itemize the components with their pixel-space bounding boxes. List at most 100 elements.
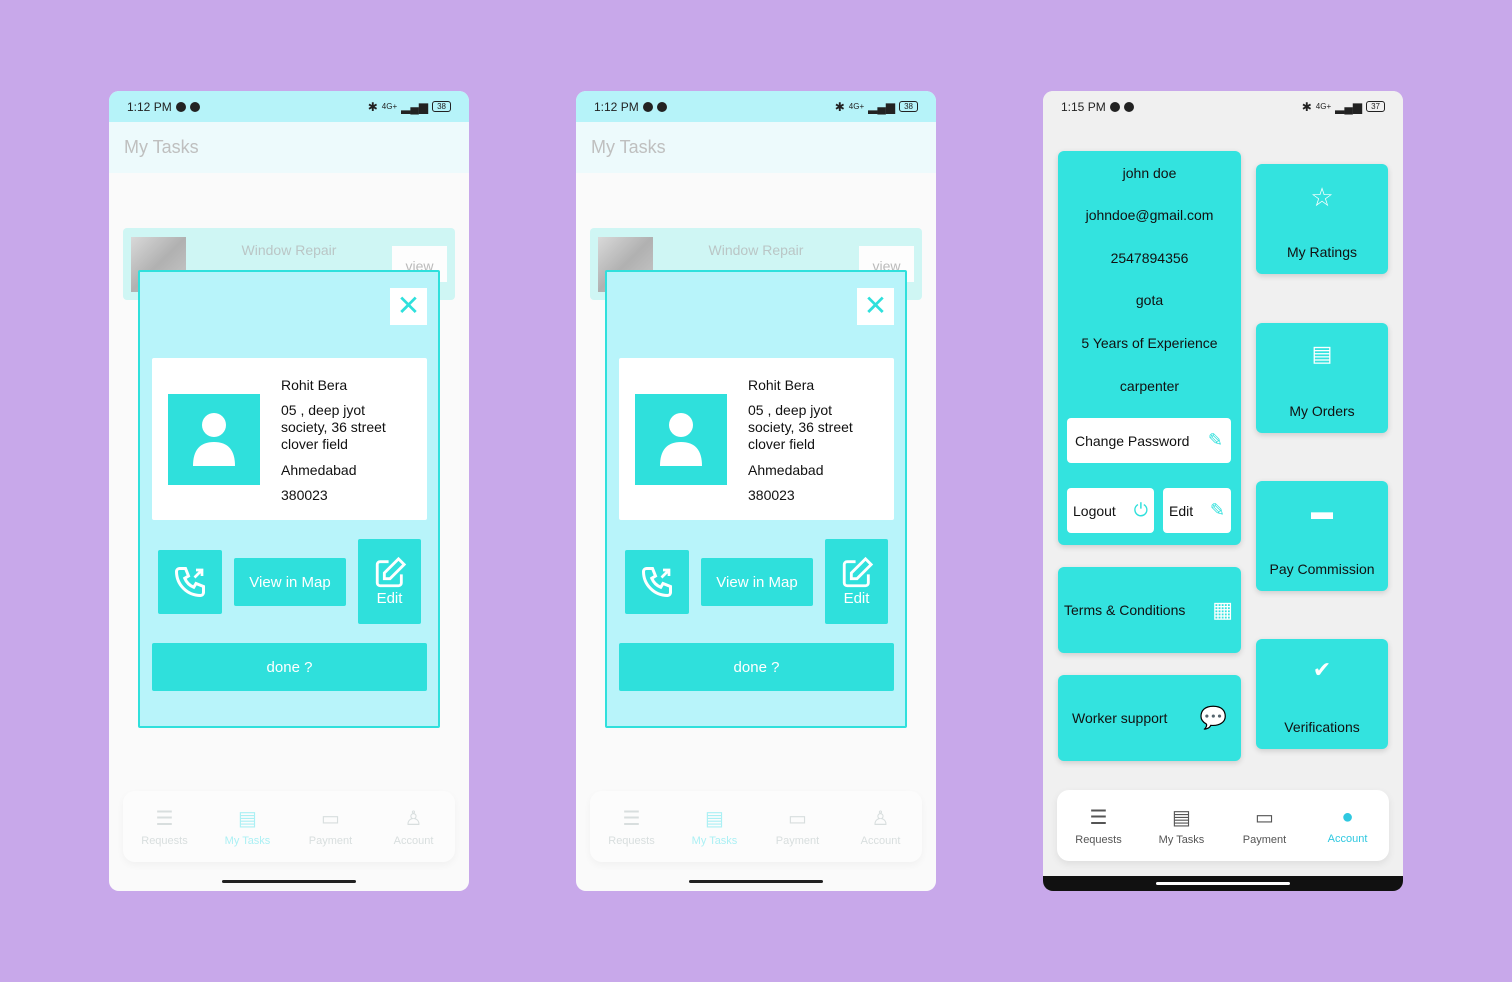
battery-level: 38 <box>432 101 451 112</box>
done-button[interactable]: done ? <box>152 643 427 691</box>
logout-label: Logout <box>1073 502 1116 519</box>
nav-payment[interactable]: ▭ Payment <box>1225 805 1305 846</box>
nav-label: My Tasks <box>224 835 271 847</box>
person-icon <box>660 413 702 466</box>
terms-conditions-button[interactable]: Terms & Conditions ▦ <box>1058 567 1241 653</box>
home-indicator[interactable] <box>689 880 823 883</box>
support-label: Worker support <box>1072 710 1168 726</box>
newspaper-icon: ▦ <box>1212 597 1233 622</box>
nav-requests[interactable]: ☰ Requests <box>125 806 205 847</box>
verified-icon: ✔ <box>1312 657 1332 682</box>
close-button[interactable]: ✕ <box>390 288 427 325</box>
home-indicator[interactable] <box>1156 882 1290 885</box>
battery-level: 37 <box>1366 101 1385 112</box>
app-icon <box>656 101 667 112</box>
nav-my-tasks[interactable]: ▤ My Tasks <box>208 806 288 847</box>
status-time: 1:15 PM <box>1061 99 1106 114</box>
tile-label: Verifications <box>1284 719 1360 735</box>
clipboard-icon: ▤ <box>1172 807 1191 829</box>
profile-experience: 5 Years of Experience <box>1081 335 1218 351</box>
nav-label: Payment <box>308 835 353 847</box>
tile-label: My Ratings <box>1286 244 1358 260</box>
nav-label: Payment <box>1242 834 1287 846</box>
bottom-nav: ☰ Requests ▤ My Tasks ▭ Payment ♙ Account <box>123 791 455 862</box>
logout-button[interactable]: Logout ⏻ <box>1067 488 1154 533</box>
home-indicator[interactable] <box>222 880 356 883</box>
customer-card: Rohit Bera 05 , deep jyot society, 36 st… <box>152 358 427 520</box>
wallet-icon: ▭ <box>1255 807 1274 829</box>
notification-icon <box>1109 101 1120 112</box>
nav-account[interactable]: ● Account <box>1308 806 1388 845</box>
nav-requests[interactable]: ☰ Requests <box>1059 805 1139 846</box>
close-button[interactable]: ✕ <box>857 288 894 325</box>
person-icon <box>193 413 235 466</box>
nav-my-tasks[interactable]: ▤ My Tasks <box>675 806 755 847</box>
close-icon: ✕ <box>863 290 888 321</box>
my-ratings-tile[interactable]: ☆ My Ratings <box>1256 164 1388 274</box>
bottom-nav: ☰ Requests ▤ My Tasks ▭ Payment ● Account <box>1057 790 1389 861</box>
my-orders-tile[interactable]: ▤ My Orders <box>1256 323 1388 433</box>
edit-label: Edit <box>843 590 870 607</box>
nav-my-tasks[interactable]: ▤ My Tasks <box>1142 805 1222 846</box>
list-icon: ☰ <box>622 808 641 830</box>
notification-icon <box>175 101 186 112</box>
nav-payment[interactable]: ▭ Payment <box>758 806 838 847</box>
phone-my-tasks-1: 1:12 PM ✱ 4G+ ▂▄▆ 38 My Tasks Window Repair… <box>109 91 469 891</box>
pay-commission-tile[interactable]: ▬ Pay Commission <box>1256 481 1388 591</box>
wallet-icon: ▭ <box>788 808 807 830</box>
avatar <box>168 394 260 485</box>
tile-label: Pay Commission <box>1269 561 1375 577</box>
bluetooth-icon: ✱ <box>367 99 378 114</box>
task-dialog: ✕ Rohit Bera 05 , deep jyot society, 36 … <box>138 270 440 728</box>
phone-call-icon <box>174 567 205 598</box>
verifications-tile[interactable]: ✔ Verifications <box>1256 639 1388 749</box>
app-icon <box>1123 101 1134 112</box>
call-button[interactable] <box>158 550 222 614</box>
app-icon <box>189 101 200 112</box>
customer-name: Rohit Bera <box>281 377 348 393</box>
customer-address: 05 , deep jyot society, 36 street clover… <box>748 402 853 452</box>
nav-account[interactable]: ♙ Account <box>374 806 454 847</box>
nav-account[interactable]: ♙ Account <box>841 806 921 847</box>
signal-icon: ▂▄▆ <box>1335 99 1363 114</box>
battery-level: 38 <box>899 101 918 112</box>
edit-icon <box>375 556 406 588</box>
view-in-map-button[interactable]: View in Map <box>701 558 813 606</box>
nav-requests[interactable]: ☰ Requests <box>592 806 672 847</box>
nav-label: Payment <box>775 835 820 847</box>
edit-profile-button[interactable]: Edit ✎ <box>1163 488 1231 533</box>
avatar <box>635 394 727 485</box>
edit-label: Edit <box>376 590 403 607</box>
edit-icon: ✎ <box>1209 500 1225 520</box>
customer-city: Ahmedabad <box>281 462 357 478</box>
pencil-icon: ✎ <box>1207 430 1223 450</box>
worker-support-button[interactable]: Worker support 💬 <box>1058 675 1241 761</box>
customer-name: Rohit Bera <box>748 377 815 393</box>
profile-name: john doe <box>1122 165 1177 181</box>
network-label: 4G+ <box>1315 102 1332 111</box>
customer-card: Rohit Bera 05 , deep jyot society, 36 st… <box>619 358 894 520</box>
phone-my-tasks-2: 1:12 PM ✱ 4G+ ▂▄▆ 38 My Tasks Window Repair… <box>576 91 936 891</box>
list-icon: ☰ <box>155 808 174 830</box>
tile-label: My Orders <box>1289 403 1355 419</box>
nav-label: My Tasks <box>691 835 738 847</box>
profile-email: johndoe@gmail.com <box>1085 207 1214 223</box>
orders-icon: ▤ <box>1311 341 1333 366</box>
change-password-button[interactable]: Change Password ✎ <box>1067 418 1231 463</box>
edit-button[interactable]: Edit <box>825 539 888 624</box>
profile-location: gota <box>1135 292 1164 308</box>
customer-pincode: 380023 <box>748 487 795 503</box>
status-bar: 1:15 PM ✱ 4G+ ▂▄▆ 37 <box>1043 91 1403 122</box>
call-button[interactable] <box>625 550 689 614</box>
person-icon: ♙ <box>871 808 890 830</box>
signal-icon: ▂▄▆ <box>868 99 896 114</box>
card-icon: ▬ <box>1311 499 1333 524</box>
power-icon: ⏻ <box>1133 500 1148 520</box>
nav-payment[interactable]: ▭ Payment <box>291 806 371 847</box>
done-button[interactable]: done ? <box>619 643 894 691</box>
close-icon: ✕ <box>396 290 421 321</box>
view-in-map-button[interactable]: View in Map <box>234 558 346 606</box>
edit-button[interactable]: Edit <box>358 539 421 624</box>
nav-label: My Tasks <box>1158 834 1205 846</box>
phone-account: 1:15 PM ✱ 4G+ ▂▄▆ 37 john doe johndoe@gmail… <box>1043 91 1403 891</box>
